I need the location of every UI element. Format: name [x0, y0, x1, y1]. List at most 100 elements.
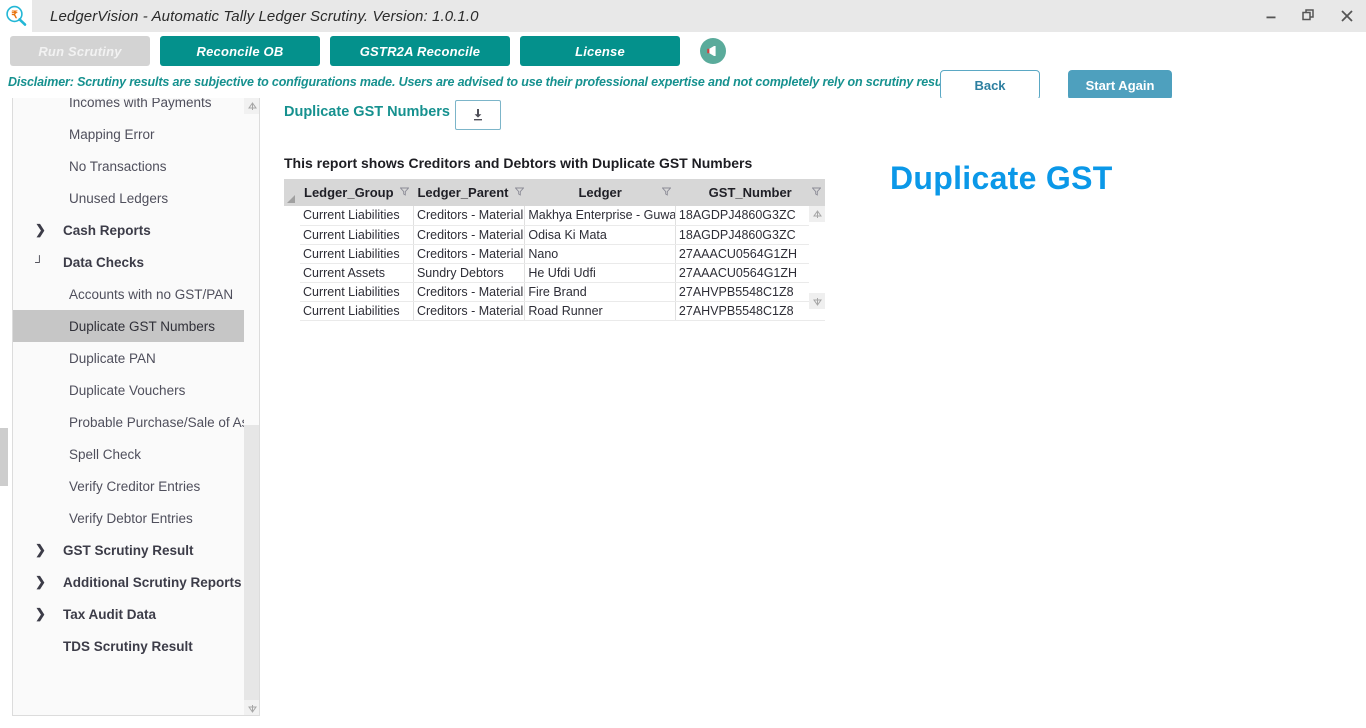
table-cell[interactable]: 27AHVPB5548C1Z8 [675, 301, 825, 321]
chevron-down-icon[interactable]: ┘ [35, 246, 44, 278]
filter-funnel-icon[interactable] [394, 187, 410, 199]
sidebar-item-label: Unused Ledgers [69, 190, 169, 206]
table-header-ledger_parent[interactable]: Ledger_Parent [413, 179, 525, 206]
window-controls [1252, 0, 1366, 32]
table-cell[interactable]: Current Liabilities [300, 244, 414, 264]
sidebar-item-spell-check[interactable]: Spell Check [13, 438, 259, 470]
table-header-gst_number[interactable]: GST_Number [675, 179, 825, 206]
app-scrollbar-thumb[interactable] [0, 428, 8, 486]
sidebar-item-label: Duplicate PAN [69, 350, 156, 366]
table-row[interactable]: Current Liabilities Creditors - Material R… [300, 301, 825, 321]
sidebar-item-unused-ledgers[interactable]: Unused Ledgers [13, 182, 259, 214]
sidebar-item-accounts-with-no-gst-pan[interactable]: Accounts with no GST/PAN [13, 278, 259, 310]
table-cell[interactable]: Creditors - Material [413, 225, 526, 245]
start-again-button[interactable]: Start Again [1068, 70, 1172, 100]
table-cell[interactable]: Current Liabilities [300, 282, 414, 302]
filter-funnel-icon[interactable] [509, 187, 525, 199]
window-title: LedgerVision - Automatic Tally Ledger Sc… [50, 7, 479, 25]
table-cell[interactable]: Current Assets [300, 263, 414, 283]
tab-gstr2a-reconcile-label: GSTR2A Reconcile [359, 43, 481, 59]
title-bar: ₹ LedgerVision - Automatic Tally Ledger … [0, 0, 1366, 32]
tab-gstr2a-reconcile[interactable]: GSTR2A Reconcile [330, 36, 510, 66]
sidebar-item-cash-reports[interactable]: ❯ Cash Reports [13, 214, 259, 246]
table-header-label: Ledger_Group [304, 185, 394, 200]
table-cell[interactable]: 18AGDPJ4860G3ZC [675, 225, 825, 245]
table-cell[interactable]: Current Liabilities [300, 225, 414, 245]
table-cell[interactable]: Sundry Debtors [413, 263, 526, 283]
table-cell[interactable]: Nano [524, 244, 676, 264]
page-title: Duplicate GST Numbers [284, 104, 450, 120]
table-cell[interactable]: He Ufdi Udfi [524, 263, 676, 283]
sidebar-item-duplicate-pan[interactable]: Duplicate PAN [13, 342, 259, 374]
table-header-ledger[interactable]: Ledger [524, 179, 676, 206]
app-vertical-scrollbar[interactable] [0, 98, 10, 716]
sidebar-item-additional-scrutiny-reports[interactable]: ❯ Additional Scrutiny Reports [13, 566, 259, 598]
sidebar-item-label: Verify Creditor Entries [69, 478, 201, 494]
table-cell[interactable]: Creditors - Material [413, 244, 526, 264]
table-cell[interactable]: Makhya Enterprise - Guwahati [524, 206, 676, 226]
sidebar-item-tds-scrutiny-result[interactable]: TDS Scrutiny Result [13, 630, 259, 662]
sidebar-item-tax-audit-data[interactable]: ❯ Tax Audit Data [13, 598, 259, 630]
table-cell[interactable]: Road Runner [524, 301, 676, 321]
table-cell[interactable]: Creditors - Material [413, 206, 526, 226]
sidebar-item-duplicate-gst-numbers[interactable]: Duplicate GST Numbers [13, 310, 259, 342]
restore-icon[interactable] [1290, 0, 1328, 32]
sidebar-scrollbar-thumb[interactable] [244, 425, 259, 710]
scroll-up-icon[interactable] [809, 206, 825, 222]
sidebar-item-duplicate-vouchers[interactable]: Duplicate Vouchers [13, 374, 259, 406]
table-cell[interactable]: 27AAACU0564G1ZH [675, 244, 825, 264]
back-button[interactable]: Back [940, 70, 1040, 100]
table-row[interactable]: Current Liabilities Creditors - Material N… [300, 244, 825, 264]
megaphone-icon[interactable] [700, 38, 726, 64]
table-cell[interactable]: Current Liabilities [300, 206, 414, 226]
rupee-magnifier-icon: ₹ [0, 0, 32, 32]
report-table: Ledger_Group Ledger_Parent Ledger GST_Numbe… [300, 179, 825, 321]
filter-funnel-icon[interactable] [656, 187, 672, 199]
table-cell[interactable]: Creditors - Material [413, 301, 526, 321]
start-again-button-label: Start Again [1085, 77, 1155, 93]
close-icon[interactable] [1328, 0, 1366, 32]
sidebar-item-gst-scrutiny-result[interactable]: ❯ GST Scrutiny Result [13, 534, 259, 566]
download-icon[interactable] [455, 100, 501, 130]
chevron-right-icon[interactable]: ❯ [35, 534, 46, 566]
table-row[interactable]: Current Liabilities Creditors - Material O… [300, 225, 825, 245]
sidebar-scrollbar[interactable] [244, 98, 259, 715]
sidebar-item-label: Incomes with Payments [69, 98, 212, 110]
chevron-right-icon[interactable]: ❯ [35, 598, 46, 630]
table-row[interactable]: Current Assets Sundry Debtors He Ufdi Udfi… [300, 263, 825, 283]
chevron-right-icon[interactable]: ❯ [35, 214, 46, 246]
sidebar-item-no-transactions[interactable]: No Transactions [13, 150, 259, 182]
tab-license-label: License [575, 43, 625, 59]
table-row[interactable]: Current Liabilities Creditors - Material M… [300, 206, 825, 226]
tab-license[interactable]: License [520, 36, 680, 66]
tab-reconcile-ob[interactable]: Reconcile OB [160, 36, 320, 66]
table-header-ledger_group[interactable]: Ledger_Group [300, 179, 414, 206]
table-cell[interactable]: Odisa Ki Mata [524, 225, 676, 245]
table-vertical-scrollbar[interactable] [809, 206, 825, 309]
minimize-icon[interactable] [1252, 0, 1290, 32]
table-header-label: GST_Number [708, 185, 792, 200]
table-row[interactable]: Current Liabilities Creditors - Material F… [300, 282, 825, 302]
sidebar-item-verify-creditor-entries[interactable]: Verify Creditor Entries [13, 470, 259, 502]
grid-corner-selector[interactable] [284, 179, 300, 206]
tab-run-scrutiny-label: Run Scrutiny [38, 43, 122, 59]
scroll-down-icon[interactable] [809, 293, 825, 309]
chevron-right-icon[interactable]: ❯ [35, 566, 46, 598]
sidebar-item-incomes-with-payments[interactable]: Incomes with Payments [13, 98, 259, 118]
table-cell[interactable]: 27AHVPB5548C1Z8 [675, 282, 825, 302]
table-cell[interactable]: 18AGDPJ4860G3ZC [675, 206, 825, 226]
tab-run-scrutiny[interactable]: Run Scrutiny [10, 36, 150, 66]
table-cell[interactable]: Fire Brand [524, 282, 676, 302]
table-cell[interactable]: Creditors - Material [413, 282, 526, 302]
table-cell[interactable]: Current Liabilities [300, 301, 414, 321]
sidebar-item-mapping-error[interactable]: Mapping Error [13, 118, 259, 150]
sidebar-item-verify-debtor-entries[interactable]: Verify Debtor Entries [13, 502, 259, 534]
table-cell[interactable]: 27AAACU0564G1ZH [675, 263, 825, 283]
sidebar-item-label: Duplicate Vouchers [69, 382, 186, 398]
sidebar-item-data-checks[interactable]: ┘ Data Checks [13, 246, 259, 278]
sidebar-item-label: Cash Reports [63, 222, 151, 238]
sidebar-item-probable-purchase-sale-of-assets[interactable]: Probable Purchase/Sale of Assets [13, 406, 259, 438]
scroll-up-icon[interactable] [244, 98, 259, 114]
scroll-down-icon[interactable] [244, 700, 259, 715]
filter-funnel-icon[interactable] [806, 187, 822, 199]
